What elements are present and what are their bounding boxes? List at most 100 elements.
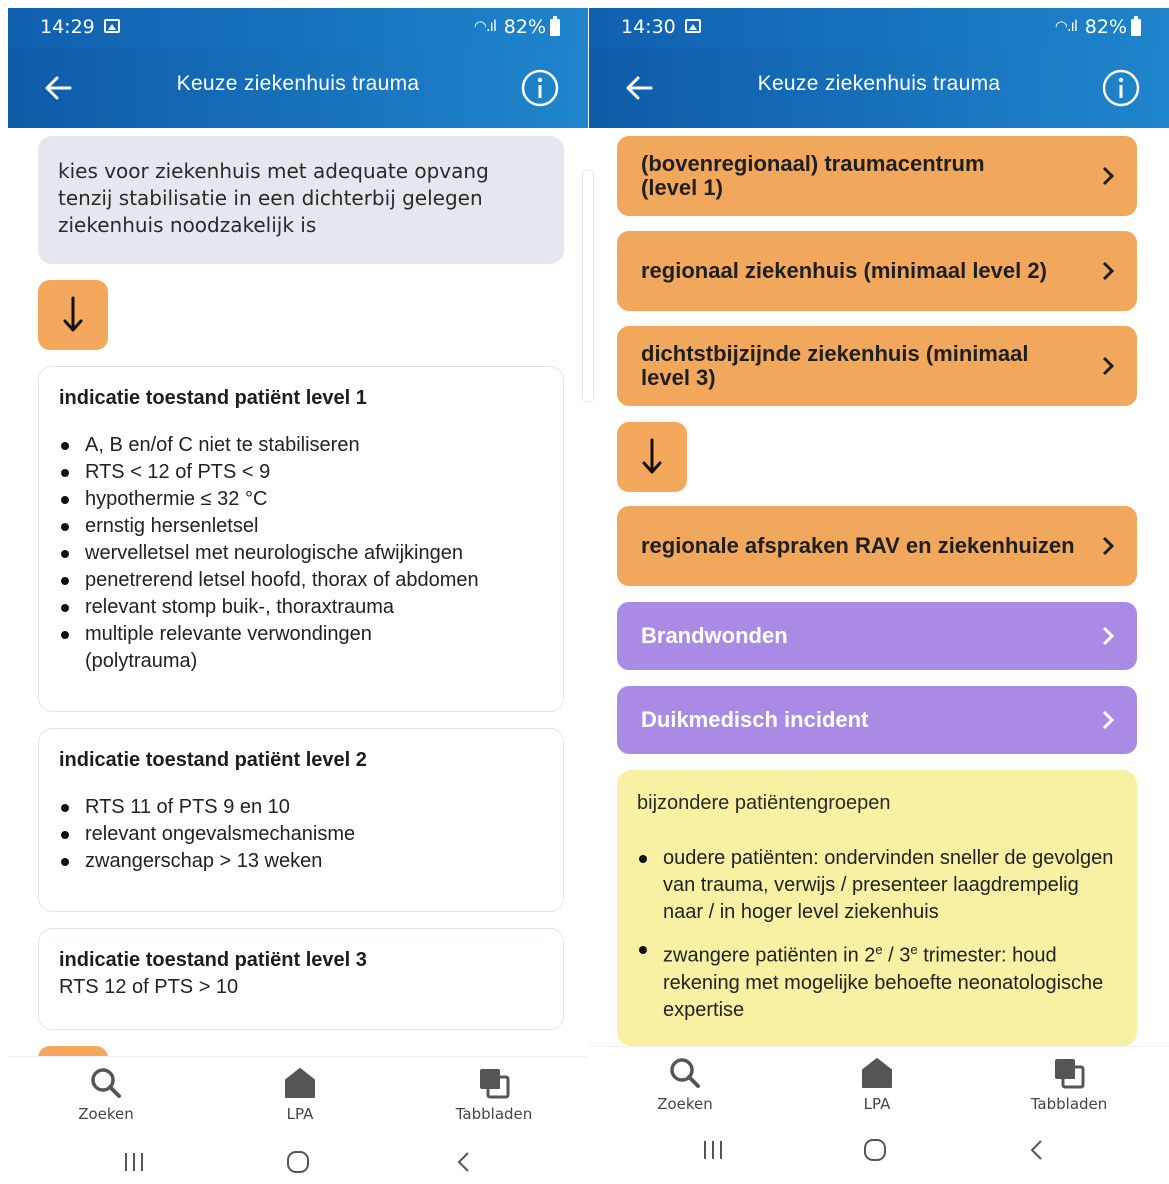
page-title: Keuze ziekenhuis trauma — [176, 72, 420, 95]
dichtstbijzijnde-ziekenhuis-button[interactable]: dichtstbijzijnde ziekenhuis (minimaal le… — [617, 326, 1137, 406]
home-icon — [285, 1068, 315, 1098]
bottom-navigation: Zoeken LPA Tabbladen — [589, 1046, 1169, 1131]
chevron-right-icon — [1102, 626, 1115, 646]
search-icon — [670, 1058, 700, 1088]
content-area: (bovenregionaal) traumacentrum (level 1)… — [589, 128, 1169, 1056]
list-item: wervelletsel met neurologische afwijking… — [59, 540, 543, 567]
traumacentrum-label: (bovenregionaal) traumacentrum (level 1) — [641, 151, 985, 200]
list-item: oudere patiënten: ondervinden sneller de… — [637, 845, 1117, 926]
level3-card[interactable]: indicatie toestand patiënt level 3 RTS 1… — [38, 928, 564, 1030]
battery-level: 82% — [1084, 16, 1127, 38]
traumacentrum-button[interactable]: (bovenregionaal) traumacentrum (level 1) — [617, 136, 1137, 216]
tabs-icon — [1055, 1059, 1085, 1089]
regionaal-ziekenhuis-button[interactable]: regionaal ziekenhuis (minimaal level 2) — [617, 231, 1137, 311]
status-bar: 14:30 ◠.ıl 82% — [589, 8, 1169, 48]
phone-screen-right: 14:30 ◠.ıl 82% Keuze ziekenhuis trauma (… — [589, 0, 1169, 1184]
regionale-afspraken-label: regionale afspraken RAV en ziekenhuizen — [641, 533, 1075, 558]
tabs-icon — [480, 1069, 510, 1099]
chevron-right-icon — [1102, 536, 1115, 556]
side-panel-edge — [589, 170, 594, 402]
dichtstbijzijnde-ziekenhuis-label: dichtstbijzijnde ziekenhuis (minimaal le… — [641, 341, 1029, 390]
arrow-down-button[interactable] — [38, 280, 108, 350]
special-groups-title: bijzondere patiëntengroepen — [637, 792, 891, 814]
regionale-afspraken-button[interactable]: regionale afspraken RAV en ziekenhuizen — [617, 506, 1137, 586]
list-item: ernstig hersenletsel — [59, 513, 543, 540]
list-item: RTS 11 of PTS 9 en 10 — [59, 794, 543, 821]
level1-card[interactable]: indicatie toestand patiënt level 1 A, B … — [38, 366, 564, 712]
signal-icon: ◠.ıl — [1054, 17, 1078, 35]
arrow-down-button[interactable] — [617, 422, 687, 492]
status-time: 14:29 — [40, 16, 95, 38]
system-navigation — [8, 1140, 588, 1184]
nav-lpa-label: LPA — [863, 1095, 891, 1113]
phone-screen-left: 14:29 ◠.ıl 82% Keuze ziekenhuis trauma k… — [8, 0, 588, 1184]
list-item: penetrerend letsel hoofd, thorax of abdo… — [59, 567, 543, 594]
battery-icon — [550, 16, 560, 36]
battery-level: 82% — [503, 16, 546, 38]
info-icon[interactable] — [520, 68, 560, 108]
nav-search-label: Zoeken — [78, 1105, 134, 1123]
brandwonden-label: Brandwonden — [641, 623, 788, 648]
status-time: 14:30 — [621, 16, 676, 38]
nav-lpa-label: LPA — [286, 1105, 314, 1123]
search-icon — [91, 1068, 121, 1098]
list-item: RTS < 12 of PTS < 9 — [59, 459, 543, 486]
list-item: zwangerschap > 13 weken — [59, 848, 543, 875]
special-groups-list: oudere patiënten: ondervinden sneller de… — [637, 845, 1117, 1024]
page-title: Keuze ziekenhuis trauma — [757, 72, 1001, 95]
duikmedisch-incident-button[interactable]: Duikmedisch incident — [617, 686, 1137, 754]
arrow-down-icon — [63, 296, 83, 332]
nav-tabs-label: Tabbladen — [1030, 1095, 1108, 1113]
level1-list: A, B en/of C niet te stabiliseren RTS < … — [59, 432, 543, 675]
nav-search[interactable]: Zoeken — [56, 1065, 156, 1123]
arrow-down-icon — [642, 438, 662, 474]
list-item: hypothermie ≤ 32 °C — [59, 486, 543, 513]
chevron-right-icon — [1102, 261, 1115, 281]
battery-icon — [1131, 16, 1141, 36]
chevron-right-icon — [1102, 356, 1115, 376]
side-panel-edge — [582, 170, 588, 402]
next-arrow-button-peek — [38, 1046, 108, 1056]
duikmedisch-incident-label: Duikmedisch incident — [641, 707, 869, 732]
recent-apps-icon[interactable] — [701, 1138, 725, 1162]
level2-title: indicatie toestand patiënt level 2 — [59, 749, 367, 771]
app-bar: Keuze ziekenhuis trauma — [589, 48, 1169, 128]
back-button-icon[interactable] — [1025, 1138, 1049, 1162]
nav-lpa[interactable]: LPA — [250, 1065, 350, 1123]
nav-tabs-label: Tabbladen — [455, 1105, 533, 1123]
home-button-icon[interactable] — [863, 1138, 887, 1162]
level2-list: RTS 11 of PTS 9 en 10 relevant ongevalsm… — [59, 794, 543, 875]
content-area: kies voor ziekenhuis met adequate opvang… — [8, 128, 588, 1056]
back-button-icon[interactable] — [452, 1150, 476, 1174]
list-item: relevant stomp buik-, thoraxtrauma — [59, 594, 543, 621]
level3-title: indicatie toestand patiënt level 3 — [59, 949, 367, 971]
gallery-notification-icon — [104, 19, 120, 33]
special-groups-card: bijzondere patiëntengroepen oudere patië… — [617, 770, 1137, 1046]
info-icon[interactable] — [1101, 68, 1141, 108]
level1-title: indicatie toestand patiënt level 1 — [59, 387, 367, 409]
system-navigation — [589, 1128, 1169, 1172]
list-item: A, B en/of C niet te stabiliseren — [59, 432, 543, 459]
nav-search-label: Zoeken — [657, 1095, 713, 1113]
home-button-icon[interactable] — [286, 1150, 310, 1174]
chevron-right-icon — [1102, 166, 1115, 186]
app-bar: Keuze ziekenhuis trauma — [8, 48, 588, 128]
nav-search[interactable]: Zoeken — [635, 1055, 735, 1113]
chevron-right-icon — [1102, 710, 1115, 730]
level2-card[interactable]: indicatie toestand patiënt level 2 RTS 1… — [38, 728, 564, 912]
intro-card: kies voor ziekenhuis met adequate opvang… — [38, 136, 564, 264]
nav-tabs[interactable]: Tabbladen — [1019, 1055, 1119, 1113]
nav-tabs[interactable]: Tabbladen — [444, 1065, 544, 1123]
status-bar: 14:29 ◠.ıl 82% — [8, 8, 588, 48]
gallery-notification-icon — [685, 19, 701, 33]
list-item: zwangere patiënten in 2e / 3e trimester:… — [637, 936, 1117, 1024]
bottom-navigation: Zoeken LPA Tabbladen — [8, 1056, 588, 1141]
list-item: multiple relevante verwondingen (polytra… — [59, 621, 543, 675]
level3-text: RTS 12 of PTS > 10 — [59, 976, 239, 998]
recent-apps-icon[interactable] — [122, 1150, 146, 1174]
list-item: relevant ongevalsmechanisme — [59, 821, 543, 848]
brandwonden-button[interactable]: Brandwonden — [617, 602, 1137, 670]
regionaal-ziekenhuis-label: regionaal ziekenhuis (minimaal level 2) — [641, 258, 1047, 283]
nav-lpa[interactable]: LPA — [827, 1055, 927, 1113]
home-icon — [862, 1058, 892, 1088]
